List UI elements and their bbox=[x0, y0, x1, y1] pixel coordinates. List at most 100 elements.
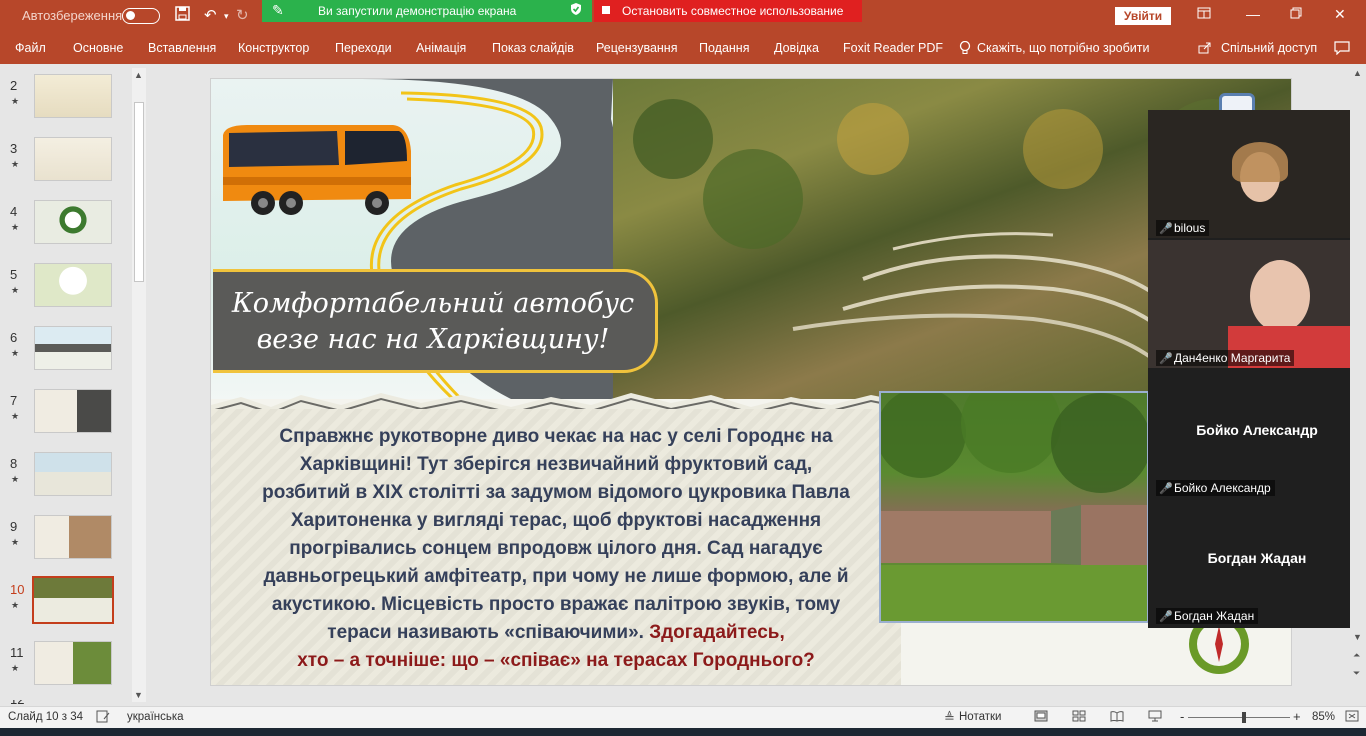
pen-icon[interactable]: ✎ bbox=[272, 2, 284, 19]
slide-number: 11 bbox=[10, 645, 24, 660]
tab-view[interactable]: Подання bbox=[699, 41, 749, 55]
share-icon[interactable] bbox=[1198, 41, 1212, 57]
normal-view-icon[interactable] bbox=[1034, 710, 1048, 725]
slide-preview bbox=[34, 74, 112, 118]
scroll-up-arrow-icon[interactable]: ▲ bbox=[1353, 68, 1362, 78]
animation-star-icon: ★ bbox=[11, 222, 20, 232]
slide-number: 2 bbox=[10, 78, 18, 93]
zoom-slider-thumb[interactable] bbox=[1242, 712, 1247, 723]
screen-share-banner: ✎ Ви запустили демонстрацію екрана bbox=[262, 0, 592, 22]
slideshow-icon[interactable] bbox=[1148, 710, 1162, 725]
undo-dropdown-icon[interactable]: ▾ bbox=[224, 11, 229, 22]
ruins-photo bbox=[876, 373, 1151, 623]
stop-sharing-label: Остановить совместное использование bbox=[622, 4, 844, 18]
toggle-knob bbox=[126, 11, 135, 20]
scroll-up-arrow-icon[interactable]: ▲ bbox=[134, 70, 143, 80]
slide-sorter-icon[interactable] bbox=[1072, 710, 1086, 725]
stop-sharing-button[interactable]: Остановить совместное использование bbox=[594, 0, 862, 22]
participant-tile[interactable]: Бойко Александр 🎤 Бойко Александр bbox=[1148, 370, 1366, 498]
slide-preview bbox=[34, 641, 112, 685]
slide-thumbnail[interactable]: 5 ★ bbox=[0, 261, 130, 317]
notes-icon[interactable]: ≜ bbox=[944, 710, 955, 726]
slide-thumbnail[interactable]: 2 ★ bbox=[0, 72, 130, 128]
zoom-out-button[interactable]: - bbox=[1180, 709, 1184, 724]
close-icon[interactable]: ✕ bbox=[1334, 6, 1346, 23]
save-icon[interactable] bbox=[175, 6, 190, 25]
animation-star-icon: ★ bbox=[11, 96, 20, 106]
zoom-slider[interactable] bbox=[1188, 717, 1290, 718]
participant-video bbox=[1232, 142, 1288, 182]
tab-file[interactable]: Файл bbox=[15, 41, 46, 55]
story-text-panel: Справжнє рукотворне диво чекає на нас у … bbox=[211, 409, 901, 685]
slide-number: 10 bbox=[10, 582, 25, 597]
tab-foxit[interactable]: Foxit Reader PDF bbox=[843, 41, 943, 55]
scrollbar-thumb[interactable] bbox=[134, 102, 144, 282]
slide-preview bbox=[32, 576, 114, 624]
slide-thumbnail[interactable]: 3 ★ bbox=[0, 135, 130, 191]
minimize-icon[interactable]: — bbox=[1246, 6, 1260, 22]
zoom-in-button[interactable]: + bbox=[1293, 709, 1301, 724]
lightbulb-icon bbox=[959, 40, 971, 58]
ribbon-display-icon[interactable] bbox=[1197, 6, 1211, 22]
share-button[interactable]: Спільний доступ bbox=[1221, 41, 1317, 55]
language-indicator[interactable]: українська bbox=[127, 711, 184, 723]
scroll-down-arrow-icon[interactable]: ▼ bbox=[134, 690, 143, 700]
participant-tile[interactable]: 🎤 Дан4енко Маргарита bbox=[1148, 240, 1366, 368]
tab-home[interactable]: Основне bbox=[73, 41, 123, 55]
slide-thumbnail[interactable]: 6 ★ bbox=[0, 324, 130, 380]
tab-review[interactable]: Рецензування bbox=[596, 41, 677, 55]
caption-banner: Комфортабельний автобус везе нас на Харк… bbox=[213, 269, 658, 373]
slide-thumbnail[interactable]: 8 ★ bbox=[0, 450, 130, 506]
tell-me-search[interactable]: Скажіть, що потрібно зробити bbox=[977, 41, 1150, 55]
tab-transitions[interactable]: Переходи bbox=[335, 41, 392, 55]
slide-number: 9 bbox=[10, 519, 18, 534]
participant-video bbox=[1250, 260, 1310, 332]
autosave-toggle[interactable] bbox=[122, 8, 160, 24]
bus-image bbox=[217, 121, 413, 217]
previous-slide-icon[interactable]: ⏶ bbox=[1353, 650, 1360, 661]
animation-star-icon: ★ bbox=[11, 285, 20, 295]
sign-in-button[interactable]: Увійти bbox=[1115, 7, 1171, 25]
body-line: Харитоненка у вигляді терас, щоб фруктов… bbox=[290, 510, 822, 531]
slide-thumbnail[interactable]: 7 ★ bbox=[0, 387, 130, 443]
caption-line-1: Комфортабельний автобус bbox=[231, 288, 635, 319]
redo-icon[interactable]: ↻ bbox=[236, 6, 249, 24]
slide-preview bbox=[34, 326, 112, 370]
scroll-down-arrow-icon[interactable]: ▼ bbox=[1353, 632, 1362, 642]
slide-thumbnail[interactable]: 11 ★ bbox=[0, 639, 130, 695]
slide-number: 6 bbox=[10, 330, 18, 345]
animation-star-icon: ★ bbox=[11, 600, 20, 610]
spelling-check-icon[interactable] bbox=[96, 710, 110, 726]
participant-tile[interactable]: Богдан Жадан 🎤 Богдан Жадан bbox=[1148, 498, 1366, 626]
participant-name: 🎤 Богдан Жадан bbox=[1156, 608, 1259, 624]
notes-button[interactable]: Нотатки bbox=[959, 711, 1001, 723]
restore-icon[interactable] bbox=[1290, 6, 1302, 22]
stop-icon bbox=[602, 6, 610, 14]
slide-thumbnail-active[interactable]: 10 ★ bbox=[0, 576, 130, 632]
tab-help[interactable]: Довідка bbox=[774, 41, 819, 55]
zoom-level[interactable]: 85% bbox=[1312, 711, 1335, 723]
next-slide-icon[interactable]: ⏷ bbox=[1353, 668, 1360, 679]
thumbnail-scrollbar[interactable]: ▲ ▼ bbox=[132, 68, 146, 702]
slide-thumbnail[interactable]: 9 ★ bbox=[0, 513, 130, 569]
tab-design[interactable]: Конструктор bbox=[238, 41, 309, 55]
fit-slide-icon[interactable] bbox=[1345, 710, 1359, 725]
animation-star-icon: ★ bbox=[11, 474, 20, 484]
mic-muted-icon: 🎤 bbox=[1159, 353, 1173, 365]
comments-icon[interactable] bbox=[1334, 41, 1350, 58]
slide-canvas[interactable]: Комфортабельний автобус везе нас на Харк… bbox=[210, 78, 1292, 686]
participant-name: 🎤 bilous bbox=[1156, 220, 1210, 236]
slide-thumbnails-pane: 2 ★ 3 ★ 4 ★ 5 ★ 6 ★ 7 ★ 8 ★ 9 ★ 10 ★ 11 … bbox=[0, 64, 150, 706]
body-line: давньогрецький амфітеатр, при чому не ли… bbox=[263, 566, 849, 587]
animation-star-icon: ★ bbox=[11, 411, 20, 421]
tab-insert[interactable]: Вставлення bbox=[148, 41, 216, 55]
slide-thumbnail[interactable]: 4 ★ bbox=[0, 198, 130, 254]
reading-view-icon[interactable] bbox=[1110, 710, 1124, 725]
question-line: хто – а точніше: що – «співає» на тераса… bbox=[297, 650, 815, 671]
slide-scrollbar[interactable]: ▲ ▼ ⏶ ⏷ bbox=[1350, 64, 1366, 706]
shield-check-icon bbox=[570, 2, 582, 19]
tab-animations[interactable]: Анімація bbox=[416, 41, 466, 55]
participant-tile[interactable]: 🎤 bilous bbox=[1148, 110, 1366, 238]
tab-slideshow[interactable]: Показ слайдів bbox=[492, 41, 574, 55]
undo-icon[interactable]: ↶ bbox=[204, 6, 217, 24]
